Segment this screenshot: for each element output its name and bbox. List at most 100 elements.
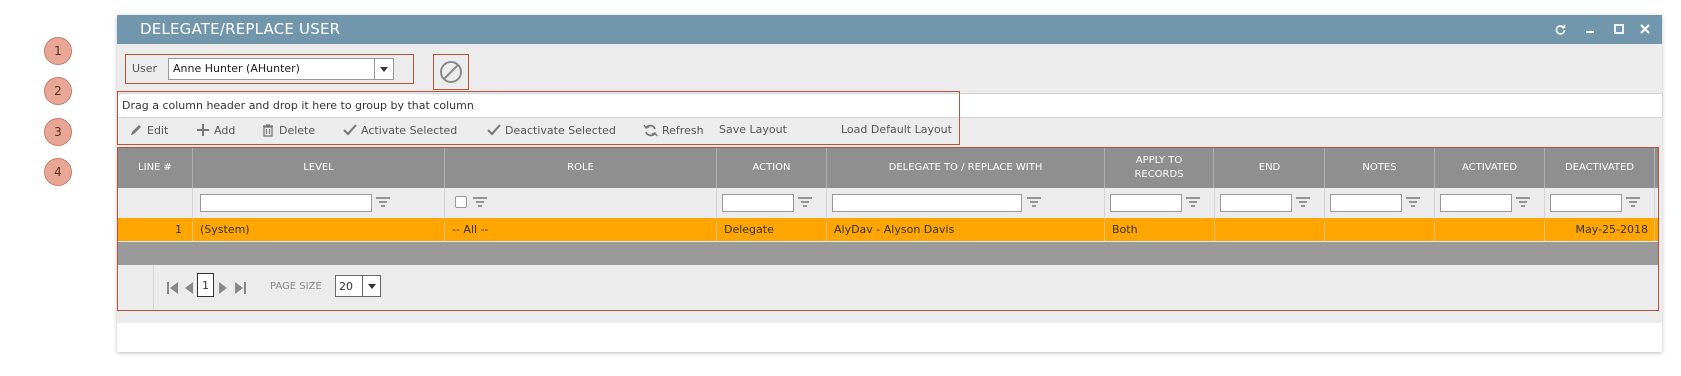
filter-cell-apply <box>1105 188 1215 218</box>
checkmark-icon <box>487 124 501 136</box>
current-page-box[interactable]: 1 <box>197 273 214 297</box>
col-notes[interactable]: NOTES <box>1325 148 1435 188</box>
col-action[interactable]: ACTION <box>717 148 827 188</box>
window-titlebar: DELEGATE/REPLACE USER <box>117 15 1662 44</box>
filter-icon[interactable] <box>1406 197 1420 207</box>
window-content: User Anne Hunter (AHunter) Drag a column… <box>117 44 1663 323</box>
edit-label: Edit <box>147 123 169 137</box>
filter-input-apply[interactable] <box>1110 194 1182 212</box>
col-end[interactable]: END <box>1215 148 1325 188</box>
filter-input-deactivated[interactable] <box>1550 194 1622 212</box>
filter-cell-delegate <box>827 188 1105 218</box>
page-size-value: 20 <box>339 280 353 293</box>
cell-line: 1 <box>118 218 193 241</box>
first-page-icon[interactable] <box>167 281 179 295</box>
col-line[interactable]: LINE # <box>118 148 193 188</box>
prohibited-icon <box>440 61 462 83</box>
page-size-label: PAGE SIZE <box>270 281 322 292</box>
refresh-icon[interactable] <box>1552 21 1568 37</box>
deactivate-label: Deactivate Selected <box>505 123 616 137</box>
filter-icon[interactable] <box>473 197 487 207</box>
filter-icon[interactable] <box>1296 197 1310 207</box>
filter-input-action[interactable] <box>722 194 794 212</box>
filter-cell-activated <box>1435 188 1545 218</box>
filter-input-activated[interactable] <box>1440 194 1512 212</box>
grid-highlight: LINE # LEVEL ROLE ACTION DELEGATE TO / R… <box>117 147 1659 311</box>
pencil-icon <box>131 125 141 135</box>
plus-icon <box>197 124 209 136</box>
filter-checkbox-role[interactable] <box>455 196 467 208</box>
filter-input-notes[interactable] <box>1330 194 1402 212</box>
save-layout-label: Save Layout <box>719 123 787 136</box>
grid-pager: 1 PAGE SIZE 20 <box>118 265 1658 309</box>
window-title: DELEGATE/REPLACE USER <box>140 20 341 38</box>
filter-cell-notes <box>1325 188 1435 218</box>
filter-cell-action <box>717 188 827 218</box>
filter-cell-level <box>193 188 445 218</box>
deactivate-selected-button[interactable]: Deactivate Selected <box>487 123 616 137</box>
user-dropdown-value: Anne Hunter (AHunter) <box>173 62 300 75</box>
delete-button[interactable]: Delete <box>261 123 315 137</box>
callout-3: 3 <box>44 118 72 146</box>
next-page-icon[interactable] <box>218 281 228 295</box>
refresh-button[interactable]: Refresh <box>643 123 704 138</box>
add-button[interactable]: Add <box>196 123 235 137</box>
load-default-layout-button[interactable]: Load Default Layout <box>841 123 952 136</box>
cell-end <box>1215 218 1325 241</box>
page-size-dropdown[interactable]: 20 <box>335 275 381 297</box>
last-page-icon[interactable] <box>234 281 246 295</box>
filter-icon[interactable] <box>798 197 812 207</box>
user-dropdown[interactable]: Anne Hunter (AHunter) <box>168 58 394 80</box>
clear-user-button[interactable] <box>433 54 469 90</box>
grid-toolbar: Edit Add Delete Activate Selected Deacti… <box>117 119 958 143</box>
col-delegate[interactable]: DELEGATE TO / REPLACE WITH <box>827 148 1105 188</box>
filter-cell-line <box>118 188 193 218</box>
minimize-icon[interactable] <box>1582 21 1598 37</box>
load-default-label: Load Default Layout <box>841 123 952 136</box>
col-role[interactable]: ROLE <box>445 148 717 188</box>
filter-icon[interactable] <box>376 197 390 207</box>
delegate-replace-window: DELEGATE/REPLACE USER User Anne Hunter (… <box>117 15 1663 352</box>
user-selector-group: User Anne Hunter (AHunter) <box>125 54 414 84</box>
checkmark-icon <box>343 124 357 136</box>
edit-button[interactable]: Edit <box>129 123 168 137</box>
save-layout-button[interactable]: Save Layout <box>719 123 787 136</box>
cell-activated <box>1435 218 1545 241</box>
filter-cell-end <box>1215 188 1325 218</box>
table-row[interactable]: 1 (System) -- All -- Delegate AlyDav - A… <box>118 218 1658 241</box>
add-label: Add <box>214 123 236 137</box>
grid-header: LINE # LEVEL ROLE ACTION DELEGATE TO / R… <box>118 148 1658 188</box>
refresh-label: Refresh <box>662 124 704 137</box>
trash-icon <box>263 124 273 137</box>
col-apply[interactable]: APPLY TO RECORDS <box>1105 148 1214 188</box>
filter-icon[interactable] <box>1626 197 1640 207</box>
close-icon[interactable] <box>1637 21 1653 37</box>
filter-icon[interactable] <box>1186 197 1200 207</box>
maximize-icon[interactable] <box>1611 21 1627 37</box>
refresh-icon <box>643 124 658 137</box>
previous-page-icon[interactable] <box>184 281 194 295</box>
grid-empty-area <box>118 242 1658 265</box>
activate-selected-button[interactable]: Activate Selected <box>343 123 457 137</box>
cell-deactivated: May-25-2018 <box>1545 218 1655 241</box>
col-level[interactable]: LEVEL <box>193 148 445 188</box>
pager-spacer <box>118 265 154 309</box>
cell-action: Delegate <box>717 218 827 241</box>
filter-input-level[interactable] <box>200 194 372 212</box>
filter-icon[interactable] <box>1027 197 1041 207</box>
chevron-down-icon[interactable] <box>362 276 380 296</box>
filter-icon[interactable] <box>1516 197 1530 207</box>
callout-2: 2 <box>44 77 72 105</box>
filter-input-end[interactable] <box>1220 194 1292 212</box>
chevron-down-icon[interactable] <box>374 59 393 79</box>
user-label: User <box>132 62 158 75</box>
filter-input-delegate[interactable] <box>832 194 1022 212</box>
cell-delegate: AlyDav - Alyson Davis <box>827 218 1105 241</box>
filter-cell-deactivated <box>1545 188 1655 218</box>
filter-row <box>118 188 1658 218</box>
callout-4: 4 <box>44 158 72 186</box>
cell-notes <box>1325 218 1435 241</box>
cell-apply: Both <box>1105 218 1215 241</box>
col-activated[interactable]: ACTIVATED <box>1435 148 1545 188</box>
col-deactivated[interactable]: DEACTIVATED <box>1545 148 1655 188</box>
